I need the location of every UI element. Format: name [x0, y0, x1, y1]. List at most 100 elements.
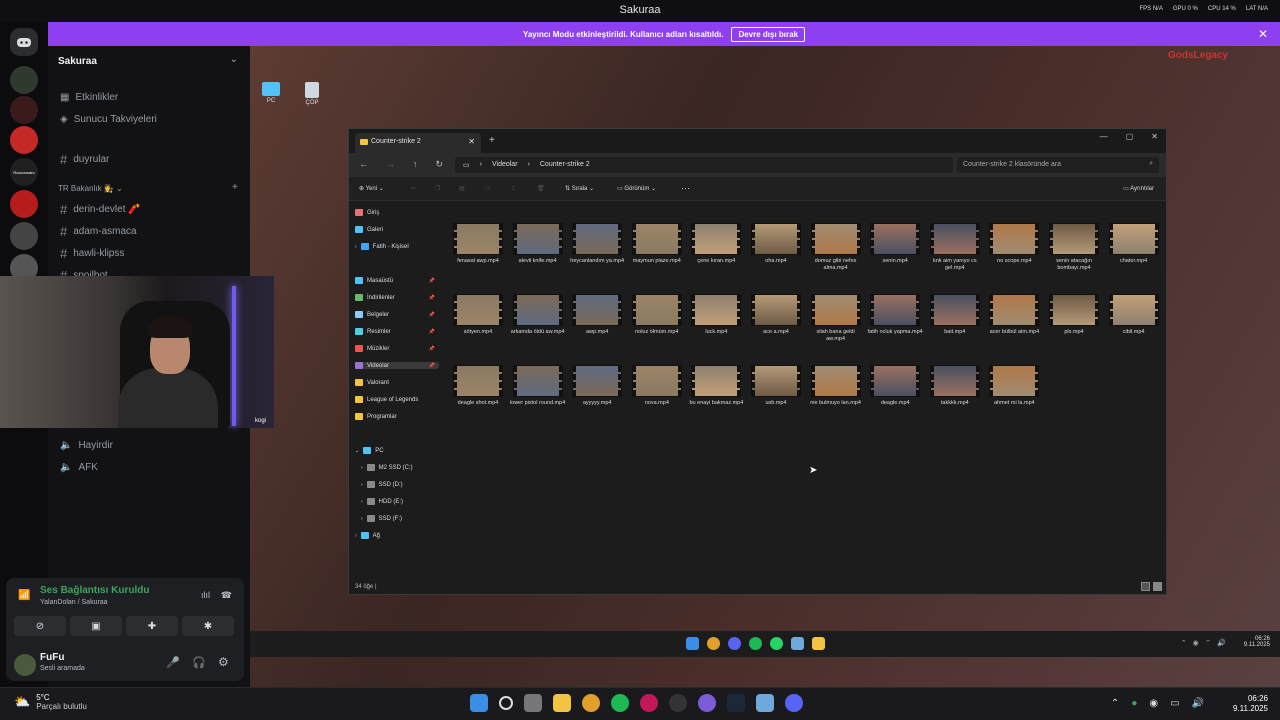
file-item[interactable]: çene kıran.mp4 — [687, 224, 745, 265]
file-item[interactable]: ayyyyy.mp4 — [568, 366, 626, 407]
nav-item-network[interactable]: › Ağ — [355, 532, 439, 539]
server-name[interactable]: Sakuraa — [58, 56, 97, 67]
delete-icon[interactable]: 🗑 — [537, 185, 545, 192]
app-icon[interactable] — [669, 694, 687, 712]
voice-channel-hayirdir[interactable]: 🔈 Hayirdir — [60, 440, 113, 451]
nav-item-desktop[interactable]: Masaüstü 📌 — [355, 277, 439, 284]
nav-item-music[interactable]: Müzikler 📌 — [355, 345, 439, 352]
desktop-icon-pc[interactable]: PC — [256, 82, 286, 104]
tray-icon[interactable]: ◉ — [1149, 698, 1158, 709]
nav-item-pictures[interactable]: Resimler 📌 — [355, 328, 439, 335]
close-icon[interactable]: ✕ — [1151, 132, 1158, 141]
file-item[interactable]: fatih ocluk yapma.mp4 — [866, 295, 924, 336]
nav-item-onedrive[interactable]: › Fatih - Kişisel — [355, 243, 439, 250]
nav-item-programs[interactable]: Programlar — [355, 413, 439, 420]
avatar[interactable] — [14, 654, 36, 676]
file-item[interactable]: senin atacağın bombayı.mp4 — [1045, 224, 1103, 273]
file-item[interactable]: no scope.mp4 — [985, 224, 1043, 265]
voice-location[interactable]: YalanDolan / Sakuraa — [40, 599, 108, 606]
file-item[interactable]: heycanlandım ya.mp4 — [568, 224, 626, 265]
explorer-tab[interactable]: Counter-strike 2 ✕ — [355, 133, 481, 153]
username[interactable]: FuFu — [40, 652, 64, 663]
chrome-icon[interactable] — [582, 694, 600, 712]
minimize-icon[interactable]: — — [1100, 132, 1108, 141]
file-item[interactable]: lower pistol round.mp4 — [509, 366, 567, 407]
server-icon-rocconsaro[interactable]: Rocconsaro — [10, 158, 38, 186]
nav-item-valorant[interactable]: Valorant — [355, 379, 439, 386]
activities-button[interactable]: ✚ — [126, 616, 178, 636]
discord-icon[interactable] — [785, 694, 803, 712]
file-item[interactable]: deagle.mp4 — [866, 366, 924, 407]
file-item[interactable]: sötyen.mp4 — [449, 295, 507, 336]
sidebar-item-events[interactable]: ▦ Etkinlikler — [60, 92, 118, 103]
nav-item-drive-f[interactable]: › SSD (F:) — [361, 515, 445, 522]
server-icon[interactable] — [10, 190, 38, 218]
search-icon[interactable] — [499, 696, 513, 710]
file-item[interactable]: alevli knife.mp4 — [509, 224, 567, 265]
nav-item-home[interactable]: Giriş — [355, 209, 439, 216]
back-icon[interactable]: ← — [359, 159, 368, 170]
clock[interactable]: 06:26 9.11.2025 — [1233, 694, 1268, 715]
display-icon[interactable]: ▭ — [1170, 698, 1179, 709]
soundboard-button[interactable]: ✱ — [182, 616, 234, 636]
file-item[interactable]: domuz gibi nefes alma.mp4 — [807, 224, 865, 273]
app-icon[interactable] — [698, 694, 716, 712]
disconnect-icon[interactable]: ☎ — [221, 590, 232, 601]
new-button[interactable]: ⊕ Yeni ⌄ — [359, 185, 384, 192]
chevron-up-icon[interactable]: ⌃ — [1111, 698, 1119, 709]
paste-icon[interactable]: ▤ — [459, 185, 465, 192]
breadcrumb-item[interactable]: Counter-strike 2 — [540, 161, 590, 169]
settings-gear-icon[interactable]: ⚙ — [218, 655, 229, 669]
file-item[interactable]: usb.mp4 — [747, 366, 805, 407]
file-item[interactable]: acer bülbül aim.mp4 — [985, 295, 1043, 336]
nav-item-gallery[interactable]: Galeri — [355, 226, 439, 233]
file-item[interactable]: cibil.mp4 — [1105, 295, 1163, 336]
channel-derin-devlet[interactable]: # derin-devlet 🧨 — [60, 202, 141, 217]
file-item[interactable]: nova.mp4 — [628, 366, 686, 407]
microphone-icon[interactable]: 🎤 — [166, 656, 180, 669]
nav-item-drive-e[interactable]: › HDD (E:) — [361, 498, 445, 505]
weather-widget[interactable]: ⛅ 5°C Parçalı bulutlu — [14, 693, 87, 711]
channel-duyrular[interactable]: # duyrular — [60, 152, 109, 167]
file-item[interactable]: maymun plaze.mp4 — [628, 224, 686, 265]
nav-item-lol[interactable]: League of Legends — [355, 396, 439, 403]
nav-item-videos[interactable]: Videolar 📌 — [355, 362, 439, 369]
search-input[interactable]: Counter-strike 2 klasöründe ara ⌕ — [957, 157, 1159, 173]
steam-icon[interactable] — [727, 694, 745, 712]
file-item[interactable]: nie bulmuyo lan.mp4 — [807, 366, 865, 407]
file-item[interactable]: takkkk.mp4 — [926, 366, 984, 407]
file-item[interactable]: oha.mp4 — [747, 224, 805, 265]
file-item[interactable]: deagle shot.mp4 — [449, 366, 507, 407]
details-button[interactable]: ▭ Ayrıntılar — [1123, 185, 1154, 192]
details-view-icon[interactable] — [1141, 582, 1150, 591]
file-item[interactable]: bu enayi bakmaz.mp4 — [687, 366, 745, 407]
server-icon[interactable] — [10, 96, 38, 124]
start-icon[interactable] — [470, 694, 488, 712]
nav-item-pc[interactable]: ⌄ PC — [355, 447, 439, 454]
file-item[interactable]: arkamda öldü aw.mp4 — [509, 295, 567, 336]
copy-icon[interactable]: ❐ — [435, 185, 440, 192]
opera-gx-icon[interactable] — [640, 694, 658, 712]
headphones-icon[interactable]: 🎧 — [192, 656, 206, 669]
file-item[interactable]: bait.mp4 — [926, 295, 984, 336]
file-item[interactable]: ace a.mp4 — [747, 295, 805, 336]
file-item[interactable]: noluz ölmüm.mp4 — [628, 295, 686, 336]
file-item[interactable]: ahmet mi la.mp4 — [985, 366, 1043, 407]
nav-item-drive-d[interactable]: › SSD (D:) — [361, 481, 445, 488]
nav-item-documents[interactable]: Belgeler 📌 — [355, 311, 439, 318]
file-item[interactable]: pls.mp4 — [1045, 295, 1103, 336]
new-tab-icon[interactable]: + — [489, 135, 495, 146]
breadcrumb-item[interactable]: Videolar — [492, 161, 518, 169]
cut-icon[interactable]: ✂ — [411, 185, 416, 192]
server-icon[interactable] — [10, 126, 38, 154]
address-bar[interactable]: ▭ › Videolar › Counter-strike 2 — [455, 157, 953, 173]
add-channel-icon[interactable]: + — [232, 182, 238, 193]
category-header[interactable]: TR Bakanlık 👩‍⚖️ ⌄ — [58, 184, 123, 193]
file-item[interactable]: fenasal awp.mp4 — [449, 224, 507, 265]
maximize-icon[interactable]: ▢ — [1126, 132, 1134, 141]
task-view-icon[interactable] — [524, 694, 542, 712]
nav-item-downloads[interactable]: İndirilenler 📌 — [355, 294, 439, 301]
app-icon[interactable] — [756, 694, 774, 712]
share-icon[interactable]: ⇪ — [511, 185, 516, 192]
nav-item-drive-c[interactable]: › M2 SSD (C:) — [361, 464, 445, 471]
